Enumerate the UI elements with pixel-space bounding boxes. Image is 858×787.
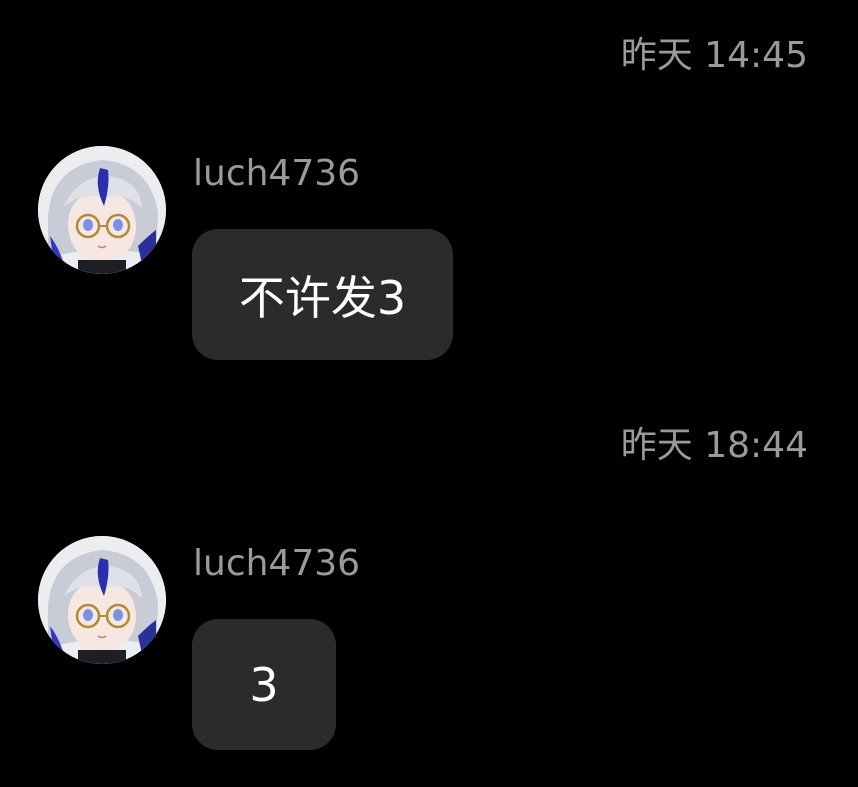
message-bubble[interactable]: 不许发3 — [192, 229, 453, 360]
anime-avatar-icon[interactable] — [38, 146, 166, 274]
anime-avatar-icon[interactable] — [38, 536, 166, 664]
message-timestamp: 昨天 14:45 — [620, 35, 808, 76]
sender-name: luch4736 — [193, 543, 361, 584]
message-text: 不许发3 — [238, 270, 407, 325]
chat-view: 昨天 14:45 luch4736 不许发3 昨天 18:44 luch4736… — [0, 0, 858, 787]
message-bubble[interactable]: 3 — [192, 619, 336, 750]
message-text: 3 — [249, 657, 279, 712]
message-timestamp: 昨天 18:44 — [620, 425, 808, 466]
sender-name: luch4736 — [193, 153, 361, 194]
